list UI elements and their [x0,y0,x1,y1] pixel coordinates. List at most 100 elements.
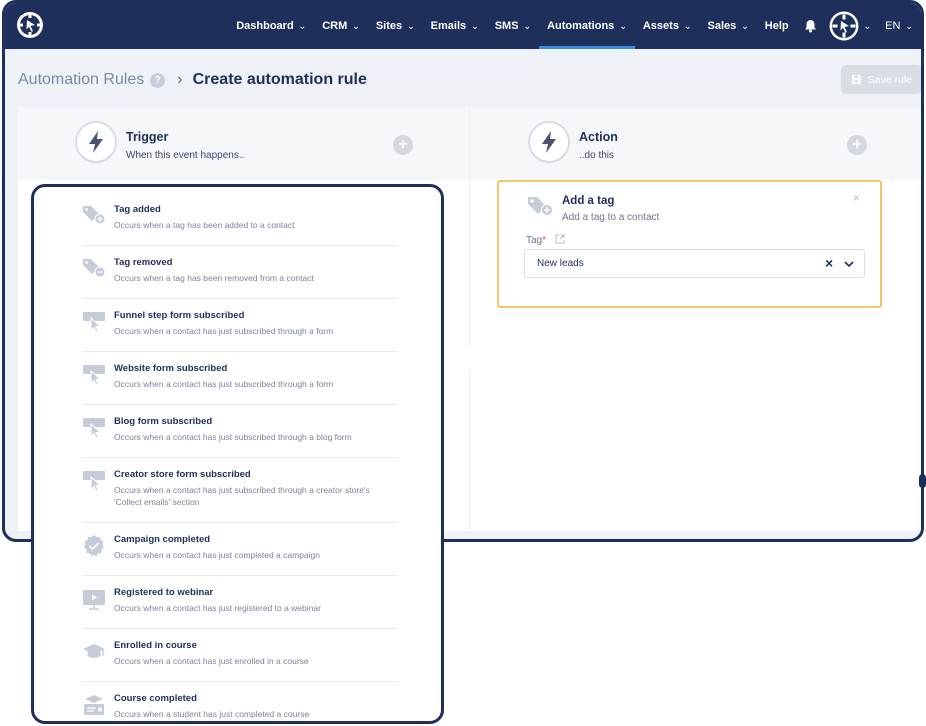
save-rule-label: Save rule [867,73,913,86]
nav-assets[interactable]: Assets ⌄ [635,3,700,49]
nav-help[interactable]: Help [757,3,797,49]
trigger-option-title: Course completed [114,693,197,704]
close-icon[interactable]: × [853,191,860,205]
divider [82,245,398,246]
chevron-down-icon: ⌄ [471,20,479,31]
required-mark: * [542,235,547,246]
trigger-option-funnel-step-form[interactable]: Funnel step form subscribed Occurs when … [82,310,398,352]
nav-dashboard[interactable]: Dashboard ⌄ [228,3,314,49]
trigger-option-title: Funnel step form subscribed [114,310,245,321]
tag-add-icon [528,197,553,216]
trigger-option-desc: Occurs when a tag has been removed from … [114,273,314,283]
trigger-option-desc: Occurs when a contact has just subscribe… [114,326,334,336]
user-menu[interactable]: ⌄ [825,3,878,49]
trigger-option-title: Registered to webinar [114,587,214,598]
trigger-option-title: Tag removed [114,257,173,268]
scrollbar-handle[interactable] [919,474,926,488]
external-link-icon[interactable] [555,234,565,244]
divider [82,351,398,352]
nav-sms[interactable]: SMS ⌄ [487,3,539,49]
trigger-option-campaign-completed[interactable]: Campaign completed Occurs when a contact… [82,534,398,576]
tag-field-label: Tag* [526,235,546,246]
add-tag-action-card[interactable]: Add a tag Add a tag to a contact × Tag* … [497,180,882,308]
language-selector[interactable]: EN ⌄ [877,3,921,49]
nav-emails[interactable]: Emails ⌄ [423,3,487,49]
divider [82,628,398,629]
check-badge-icon [84,535,104,557]
trigger-option-title: Website form subscribed [114,363,228,374]
nav-sites[interactable]: Sites ⌄ [368,3,423,49]
nav-label: Sites [375,20,403,32]
divider [82,404,398,405]
lightning-icon [542,131,556,153]
trigger-option-desc: Occurs when a contact has just enrolled … [114,656,309,666]
trigger-option-website-form[interactable]: Website form subscribed Occurs when a co… [82,363,398,405]
nav-label: Sales [707,20,737,32]
language-label: EN [885,20,901,32]
trigger-option-tag-removed[interactable]: Tag removed Occurs when a tag has been r… [82,257,398,299]
trigger-option-creator-store-form[interactable]: Creator store form subscribed Occurs whe… [82,469,398,523]
trigger-option-title: Blog form subscribed [114,416,213,427]
trigger-option-enrolled-course[interactable]: Enrolled in course Occurs when a contact… [82,640,398,682]
nav-label: Dashboard [236,20,294,32]
nav-crm[interactable]: CRM ⌄ [314,3,368,49]
add-trigger-button[interactable]: + [393,135,413,155]
save-rule-button[interactable]: Save rule [841,65,921,94]
brand-logo-icon[interactable] [16,11,44,39]
trigger-option-desc: Occurs when a contact has just registere… [114,603,321,613]
trigger-option-desc: Occurs when a contact has just completed… [114,550,320,560]
action-icon-circle [528,121,570,163]
tag-select[interactable]: New leads × [524,249,865,278]
form-click-icon [83,418,105,439]
chevron-down-icon: ⌄ [905,20,913,31]
action-subtitle: ..do this [579,150,615,161]
tag-label-text: Tag [526,235,543,246]
chevron-down-icon: ⌄ [298,20,307,31]
help-icon[interactable]: ? [150,72,166,88]
trigger-option-desc: Occurs when a tag has been added to a co… [114,220,295,230]
avatar [829,11,859,41]
main-nav: Dashboard ⌄ CRM ⌄ Sites ⌄ Emails ⌄ SMS ⌄… [228,3,921,49]
divider [82,681,398,682]
trigger-subtitle: When this event happens.. [126,150,245,161]
breadcrumb-parent-link[interactable]: Automation Rules [18,71,144,89]
form-click-icon [83,365,105,386]
chevron-down-icon: ⌄ [683,20,692,31]
trigger-list-overlay: Tag added Occurs when a tag has been add… [31,184,444,724]
trigger-option-title: Campaign completed [114,534,211,545]
action-card-subtitle: Add a tag to a contact [562,212,660,223]
chevron-down-icon[interactable] [843,258,855,270]
divider [82,575,398,576]
add-action-button[interactable]: + [847,135,867,155]
page-title: Create automation rule [192,71,367,88]
trigger-option-registered-webinar[interactable]: Registered to webinar Occurs when a cont… [82,587,398,629]
nav-label: Emails [430,20,467,32]
trigger-option-title: Tag added [114,204,161,215]
course-certificate-icon [84,695,104,715]
nav-sales[interactable]: Sales ⌄ [699,3,756,49]
graduation-cap-icon [83,644,105,658]
trigger-icon-circle [75,121,117,163]
nav-label: Help [764,20,789,32]
webinar-icon [83,590,105,610]
top-navbar: Dashboard ⌄ CRM ⌄ Sites ⌄ Emails ⌄ SMS ⌄… [5,3,921,49]
chevron-down-icon: ⌄ [407,20,415,31]
chevron-down-icon: ⌄ [352,20,360,31]
trigger-option-blog-form[interactable]: Blog form subscribed Occurs when a conta… [82,416,398,458]
tag-add-icon [83,206,106,225]
chevron-down-icon: ⌄ [741,20,749,31]
floppy-disk-icon [851,75,861,84]
trigger-option-title: Enrolled in course [114,640,197,651]
trigger-option-course-completed[interactable]: Course completed Occurs when a student h… [82,693,398,721]
tag-remove-icon [83,259,106,278]
nav-automations[interactable]: Automations ⌄ [539,3,635,49]
lightning-icon [89,131,103,153]
trigger-option-desc: Occurs when a contact has just subscribe… [114,432,352,442]
notifications-button[interactable] [797,3,825,49]
trigger-option-title: Creator store form subscribed [114,469,251,480]
clear-selection-icon[interactable]: × [825,255,833,271]
trigger-option-tag-added[interactable]: Tag added Occurs when a tag has been add… [82,204,398,246]
bell-icon [805,20,817,33]
divider [82,298,398,299]
action-title: Action [579,130,618,144]
